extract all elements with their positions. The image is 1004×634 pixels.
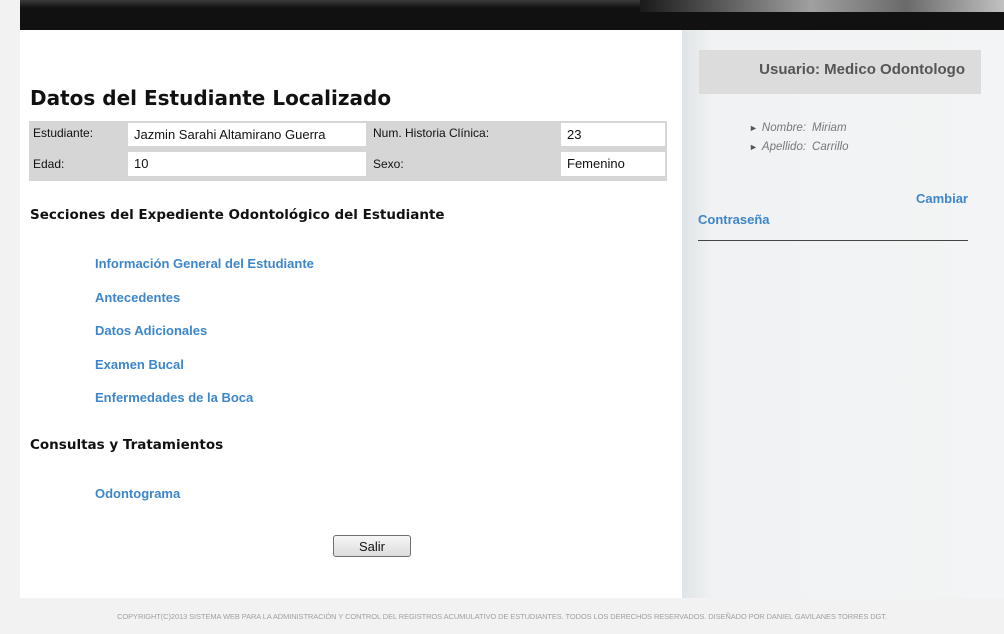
change-password-link[interactable]: Cambiar Contraseña xyxy=(698,188,968,230)
footer: COPYRIGHT(C)2013 SISTEMA WEB PARA LA ADM… xyxy=(0,598,1004,634)
salir-button[interactable]: Salir xyxy=(333,535,411,557)
clinical-history-value: 23 xyxy=(561,123,665,146)
sex-label: Sexo: xyxy=(373,157,404,171)
user-name-row: ► Nombre: Miriam xyxy=(749,122,847,134)
consultas-heading: Consultas y Tratamientos xyxy=(30,437,224,453)
main-content: Datos del Estudiante Localizado Estudian… xyxy=(20,30,682,598)
page-container: Datos del Estudiante Localizado Estudian… xyxy=(20,30,1004,598)
link-datos-adicionales[interactable]: Datos Adicionales xyxy=(95,323,207,338)
student-info-table: Estudiante: Jazmin Sarahi Altamirano Gue… xyxy=(29,121,667,181)
user-role-title: Usuario: Medico Odontologo xyxy=(759,61,965,78)
change-password-text-1: Cambiar xyxy=(915,191,968,206)
student-name-value: Jazmin Sarahi Altamirano Guerra xyxy=(128,123,366,146)
link-informacion-general[interactable]: Información General del Estudiante xyxy=(95,256,314,271)
age-value: 10 xyxy=(128,152,366,176)
age-label: Edad: xyxy=(33,157,65,171)
user-lastname-label: Apellido: xyxy=(761,141,807,153)
page-title: Datos del Estudiante Localizado xyxy=(30,86,392,110)
sidebar: Usuario: Medico Odontologo ► Nombre: Miria… xyxy=(682,30,1004,598)
link-examen-bucal[interactable]: Examen Bucal xyxy=(95,357,184,372)
user-lastname-value: Carrillo xyxy=(812,141,849,153)
banner-decoration xyxy=(640,0,1004,12)
sidebar-divider xyxy=(698,240,968,241)
footer-copyright: COPYRIGHT(C)2013 SISTEMA WEB PARA LA ADM… xyxy=(117,612,887,621)
arrow-right-icon: ► xyxy=(749,142,758,152)
link-antecedentes[interactable]: Antecedentes xyxy=(95,290,180,305)
user-name-value: Miriam xyxy=(812,122,847,134)
arrow-right-icon: ► xyxy=(749,123,758,133)
top-banner xyxy=(20,0,1004,30)
clinical-history-label: Num. Historia Clínica: xyxy=(373,126,490,140)
sections-heading: Secciones del Expediente Odontológico de… xyxy=(30,207,445,223)
student-name-label: Estudiante: xyxy=(33,126,94,140)
link-odontograma[interactable]: Odontograma xyxy=(95,486,180,501)
change-password-text-2: Contraseña xyxy=(698,212,770,227)
sex-value: Femenino xyxy=(561,152,665,176)
user-lastname-row: ► Apellido: Carrillo xyxy=(749,141,848,153)
user-name-label: Nombre: xyxy=(761,122,807,134)
user-box: Usuario: Medico Odontologo xyxy=(699,50,981,94)
link-enfermedades-boca[interactable]: Enfermedades de la Boca xyxy=(95,390,253,405)
